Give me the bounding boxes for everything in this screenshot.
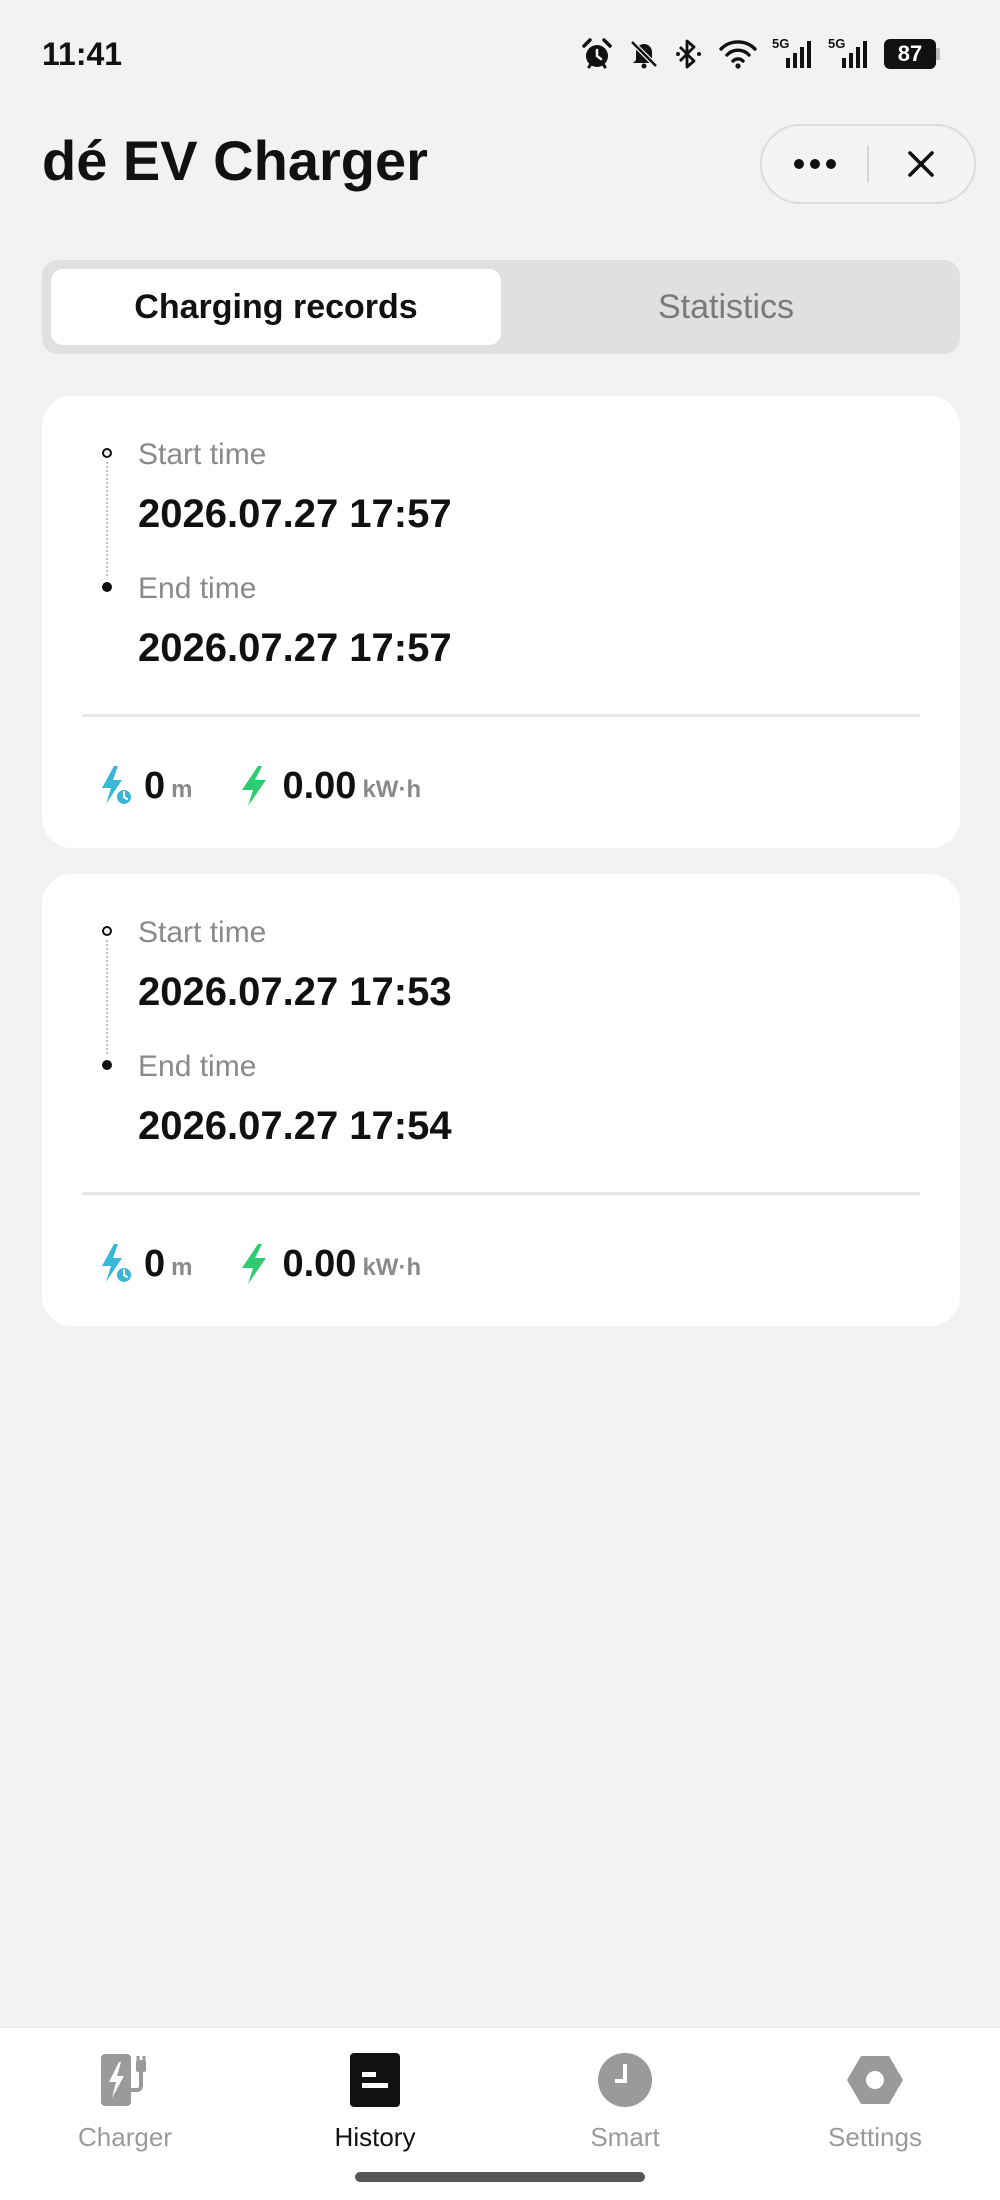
page-title: dé EV Charger — [42, 129, 428, 192]
timeline-end-dot — [102, 582, 112, 592]
start-time-value: 2026.07.27 17:57 — [138, 492, 452, 536]
wifi-icon — [719, 40, 757, 69]
energy-unit: kW·h — [362, 1254, 422, 1281]
timeline-start-dot — [102, 448, 112, 458]
card-divider — [82, 1192, 920, 1195]
alarm-icon — [582, 38, 612, 69]
status-time: 11:41 — [42, 36, 123, 72]
duration-unit: m — [171, 776, 193, 803]
nav-label: History — [334, 2122, 416, 2152]
battery-icon: 87 — [884, 39, 940, 69]
settings-hex-icon — [847, 2056, 903, 2104]
close-button[interactable] — [869, 126, 974, 202]
tab-statistics[interactable]: Statistics — [501, 269, 951, 345]
more-button[interactable] — [762, 126, 867, 202]
energy-icon — [242, 766, 267, 806]
nav-label: Settings — [828, 2122, 922, 2152]
energy-value: 0.00 — [282, 1242, 357, 1285]
timeline-line — [106, 462, 108, 576]
end-time-label: End time — [138, 572, 257, 605]
bluetooth-icon — [676, 39, 701, 69]
energy-icon — [242, 1244, 267, 1284]
nav-item-history[interactable]: History — [275, 2050, 475, 2160]
record-stats: 0 m 0.00 kW·h — [98, 756, 421, 816]
timeline-start-dot — [102, 926, 112, 936]
app-screen: 11:41 5G 5G 87 dé EV Charger Charging re… — [0, 0, 1000, 2200]
tab-charging-records[interactable]: Charging records — [51, 269, 501, 345]
timeline-end-dot — [102, 1060, 112, 1070]
energy-unit: kW·h — [362, 776, 422, 803]
end-time-value: 2026.07.27 17:54 — [138, 1104, 452, 1148]
timeline-line — [106, 940, 108, 1054]
nav-label: Charger — [78, 2122, 172, 2152]
duration-icon — [102, 1244, 133, 1284]
nav-item-settings[interactable]: Settings — [775, 2050, 975, 2160]
end-time-value: 2026.07.27 17:57 — [138, 626, 452, 670]
close-icon — [908, 151, 935, 177]
record-card[interactable]: Start time 2026.07.27 17:57 End time 202… — [42, 396, 960, 848]
signal-5g-icon: 5G — [828, 36, 870, 70]
nav-label: Smart — [590, 2122, 660, 2152]
energy-value: 0.00 — [282, 764, 357, 807]
segmented-tabs: Charging records Statistics — [42, 260, 960, 354]
signal-5g-icon: 5G — [772, 36, 814, 70]
duration-value: 0 — [144, 1242, 166, 1285]
history-icon — [350, 2053, 400, 2107]
duration-icon — [102, 766, 133, 806]
record-stats: 0 m 0.00 kW·h — [98, 1234, 421, 1294]
end-time-label: End time — [138, 1050, 257, 1083]
clock-icon — [598, 2053, 652, 2107]
battery-level: 87 — [884, 39, 936, 69]
nav-item-charger[interactable]: Charger — [25, 2050, 225, 2160]
mute-bell-icon — [630, 40, 658, 69]
nav-item-smart[interactable]: Smart — [525, 2050, 725, 2160]
card-divider — [82, 714, 920, 717]
start-time-label: Start time — [138, 916, 267, 949]
battery-tip — [936, 48, 940, 60]
duration-value: 0 — [144, 764, 166, 807]
home-indicator[interactable] — [355, 2172, 645, 2182]
more-dots-icon — [793, 159, 836, 169]
start-time-value: 2026.07.27 17:53 — [138, 970, 452, 1014]
charger-icon — [101, 2054, 146, 2106]
status-bar: 11:41 5G 5G 87 — [0, 0, 1000, 110]
status-icons: 5G 5G 87 — [580, 34, 940, 74]
start-time-label: Start time — [138, 438, 267, 471]
duration-unit: m — [171, 1254, 193, 1281]
mini-program-capsule — [760, 124, 976, 204]
record-card[interactable]: Start time 2026.07.27 17:53 End time 202… — [42, 874, 960, 1326]
